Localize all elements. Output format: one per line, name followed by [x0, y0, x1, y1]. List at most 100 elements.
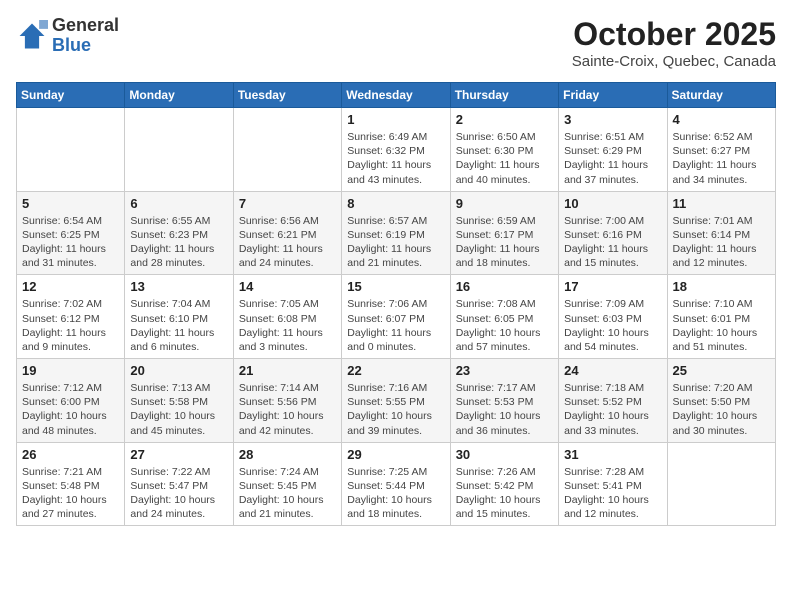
day-info: Sunrise: 7:25 AM Sunset: 5:44 PM Dayligh…	[347, 465, 444, 522]
day-info: Sunrise: 7:04 AM Sunset: 6:10 PM Dayligh…	[130, 297, 227, 354]
day-number: 6	[130, 196, 227, 211]
day-number: 16	[456, 279, 553, 294]
day-info: Sunrise: 7:06 AM Sunset: 6:07 PM Dayligh…	[347, 297, 444, 354]
weekday-header-thursday: Thursday	[450, 83, 558, 108]
weekday-header-sunday: Sunday	[17, 83, 125, 108]
day-info: Sunrise: 7:28 AM Sunset: 5:41 PM Dayligh…	[564, 465, 661, 522]
day-number: 10	[564, 196, 661, 211]
calendar-week-row: 5Sunrise: 6:54 AM Sunset: 6:25 PM Daylig…	[17, 191, 776, 275]
day-info: Sunrise: 7:01 AM Sunset: 6:14 PM Dayligh…	[673, 214, 770, 271]
weekday-header-friday: Friday	[559, 83, 667, 108]
logo-text: General Blue	[52, 16, 119, 56]
calendar-cell: 29 Sunrise: 7:25 AM Sunset: 5:44 PM Dayli…	[342, 442, 450, 526]
calendar-cell: 4 Sunrise: 6:52 AM Sunset: 6:27 PM Daylig…	[667, 108, 775, 192]
day-number: 11	[673, 196, 770, 211]
calendar-cell: 25 Sunrise: 7:20 AM Sunset: 5:50 PM Dayli…	[667, 359, 775, 443]
calendar-cell: 3 Sunrise: 6:51 AM Sunset: 6:29 PM Daylig…	[559, 108, 667, 192]
weekday-header-row: SundayMondayTuesdayWednesdayThursdayFrid…	[17, 83, 776, 108]
day-number: 9	[456, 196, 553, 211]
day-number: 17	[564, 279, 661, 294]
day-info: Sunrise: 7:22 AM Sunset: 5:47 PM Dayligh…	[130, 465, 227, 522]
day-number: 13	[130, 279, 227, 294]
calendar-cell: 31 Sunrise: 7:28 AM Sunset: 5:41 PM Dayli…	[559, 442, 667, 526]
day-number: 19	[22, 363, 119, 378]
calendar-cell: 1Sunrise: 6:49 AM Sunset: 6:32 PM Daylig…	[342, 108, 450, 192]
calendar-cell: 13 Sunrise: 7:04 AM Sunset: 6:10 PM Dayli…	[125, 275, 233, 359]
day-number: 21	[239, 363, 336, 378]
calendar-cell: 14 Sunrise: 7:05 AM Sunset: 6:08 PM Dayli…	[233, 275, 341, 359]
weekday-header-wednesday: Wednesday	[342, 83, 450, 108]
logo-icon	[16, 20, 48, 52]
calendar-table: SundayMondayTuesdayWednesdayThursdayFrid…	[16, 82, 776, 526]
calendar-cell: 11 Sunrise: 7:01 AM Sunset: 6:14 PM Dayli…	[667, 191, 775, 275]
calendar-cell: 19Sunrise: 7:12 AM Sunset: 6:00 PM Dayli…	[17, 359, 125, 443]
calendar-cell: 27 Sunrise: 7:22 AM Sunset: 5:47 PM Dayli…	[125, 442, 233, 526]
day-number: 20	[130, 363, 227, 378]
title-block: October 2025 Sainte-Croix, Quebec, Canad…	[572, 16, 776, 70]
logo-blue: Blue	[52, 35, 91, 55]
location: Sainte-Croix, Quebec, Canada	[572, 53, 776, 70]
day-number: 22	[347, 363, 444, 378]
day-info: Sunrise: 7:26 AM Sunset: 5:42 PM Dayligh…	[456, 465, 553, 522]
calendar-cell: 23Sunrise: 7:17 AM Sunset: 5:53 PM Dayli…	[450, 359, 558, 443]
day-number: 31	[564, 447, 661, 462]
day-info: Sunrise: 7:14 AM Sunset: 5:56 PM Dayligh…	[239, 381, 336, 438]
day-number: 30	[456, 447, 553, 462]
day-number: 2	[456, 112, 553, 127]
month-title: October 2025	[572, 16, 776, 53]
day-info: Sunrise: 6:57 AM Sunset: 6:19 PM Dayligh…	[347, 214, 444, 271]
day-info: Sunrise: 6:50 AM Sunset: 6:30 PM Dayligh…	[456, 130, 553, 187]
calendar-cell: 20 Sunrise: 7:13 AM Sunset: 5:58 PM Dayli…	[125, 359, 233, 443]
weekday-header-saturday: Saturday	[667, 83, 775, 108]
calendar-cell: 7Sunrise: 6:56 AM Sunset: 6:21 PM Daylig…	[233, 191, 341, 275]
day-number: 12	[22, 279, 119, 294]
day-info: Sunrise: 7:09 AM Sunset: 6:03 PM Dayligh…	[564, 297, 661, 354]
logo-general: General	[52, 15, 119, 35]
calendar-cell	[667, 442, 775, 526]
day-info: Sunrise: 7:00 AM Sunset: 6:16 PM Dayligh…	[564, 214, 661, 271]
calendar-cell: 10 Sunrise: 7:00 AM Sunset: 6:16 PM Dayli…	[559, 191, 667, 275]
day-info: Sunrise: 6:51 AM Sunset: 6:29 PM Dayligh…	[564, 130, 661, 187]
day-number: 27	[130, 447, 227, 462]
day-number: 4	[673, 112, 770, 127]
day-info: Sunrise: 6:49 AM Sunset: 6:32 PM Dayligh…	[347, 130, 444, 187]
calendar-week-row: 19Sunrise: 7:12 AM Sunset: 6:00 PM Dayli…	[17, 359, 776, 443]
day-number: 14	[239, 279, 336, 294]
day-number: 25	[673, 363, 770, 378]
day-info: Sunrise: 6:52 AM Sunset: 6:27 PM Dayligh…	[673, 130, 770, 187]
calendar-week-row: 12Sunrise: 7:02 AM Sunset: 6:12 PM Dayli…	[17, 275, 776, 359]
calendar-cell	[17, 108, 125, 192]
day-number: 3	[564, 112, 661, 127]
day-info: Sunrise: 7:21 AM Sunset: 5:48 PM Dayligh…	[22, 465, 119, 522]
calendar-cell: 24Sunrise: 7:18 AM Sunset: 5:52 PM Dayli…	[559, 359, 667, 443]
calendar-cell: 8Sunrise: 6:57 AM Sunset: 6:19 PM Daylig…	[342, 191, 450, 275]
day-number: 26	[22, 447, 119, 462]
calendar-cell: 6 Sunrise: 6:55 AM Sunset: 6:23 PM Daylig…	[125, 191, 233, 275]
calendar-cell: 22 Sunrise: 7:16 AM Sunset: 5:55 PM Dayli…	[342, 359, 450, 443]
calendar-week-row: 26 Sunrise: 7:21 AM Sunset: 5:48 PM Dayli…	[17, 442, 776, 526]
calendar-cell: 2 Sunrise: 6:50 AM Sunset: 6:30 PM Daylig…	[450, 108, 558, 192]
calendar-week-row: 1Sunrise: 6:49 AM Sunset: 6:32 PM Daylig…	[17, 108, 776, 192]
day-number: 18	[673, 279, 770, 294]
day-info: Sunrise: 7:24 AM Sunset: 5:45 PM Dayligh…	[239, 465, 336, 522]
day-info: Sunrise: 7:05 AM Sunset: 6:08 PM Dayligh…	[239, 297, 336, 354]
calendar-cell: 30 Sunrise: 7:26 AM Sunset: 5:42 PM Dayli…	[450, 442, 558, 526]
day-number: 28	[239, 447, 336, 462]
day-info: Sunrise: 6:54 AM Sunset: 6:25 PM Dayligh…	[22, 214, 119, 271]
day-info: Sunrise: 7:10 AM Sunset: 6:01 PM Dayligh…	[673, 297, 770, 354]
page-header: General Blue October 2025 Sainte-Croix, …	[16, 16, 776, 70]
day-info: Sunrise: 7:13 AM Sunset: 5:58 PM Dayligh…	[130, 381, 227, 438]
calendar-cell	[233, 108, 341, 192]
day-info: Sunrise: 7:16 AM Sunset: 5:55 PM Dayligh…	[347, 381, 444, 438]
day-info: Sunrise: 6:55 AM Sunset: 6:23 PM Dayligh…	[130, 214, 227, 271]
day-info: Sunrise: 7:08 AM Sunset: 6:05 PM Dayligh…	[456, 297, 553, 354]
calendar-cell: 12Sunrise: 7:02 AM Sunset: 6:12 PM Dayli…	[17, 275, 125, 359]
logo: General Blue	[16, 16, 119, 56]
weekday-header-tuesday: Tuesday	[233, 83, 341, 108]
calendar-cell: 17 Sunrise: 7:09 AM Sunset: 6:03 PM Dayli…	[559, 275, 667, 359]
day-number: 15	[347, 279, 444, 294]
day-info: Sunrise: 7:20 AM Sunset: 5:50 PM Dayligh…	[673, 381, 770, 438]
calendar-cell: 5Sunrise: 6:54 AM Sunset: 6:25 PM Daylig…	[17, 191, 125, 275]
calendar-cell: 9Sunrise: 6:59 AM Sunset: 6:17 PM Daylig…	[450, 191, 558, 275]
day-number: 29	[347, 447, 444, 462]
